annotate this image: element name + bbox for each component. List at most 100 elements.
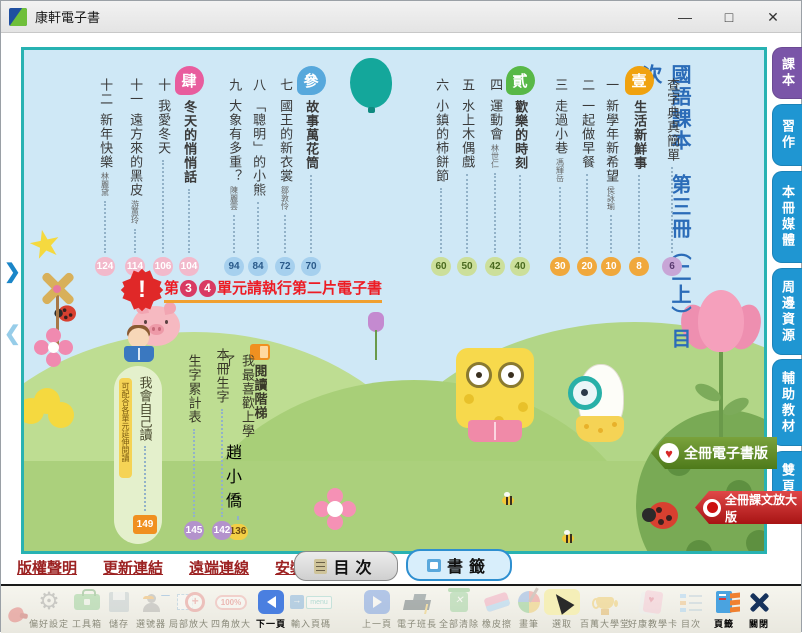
toc-lesson-2[interactable]: 二一起做早餐 20 xyxy=(574,78,600,276)
title-bar: 康軒電子書 — □ ✕ xyxy=(1,1,801,33)
author-name: 林世仁 xyxy=(490,144,501,168)
full-ebook-button[interactable]: ♥ 全冊電子書版 xyxy=(651,437,777,469)
toolbar-eraser[interactable]: 橡皮擦 xyxy=(480,589,514,630)
page-number: 10 xyxy=(601,257,621,276)
tab-bookmark[interactable]: 書籤 xyxy=(406,549,512,581)
trophy-icon xyxy=(596,597,614,609)
unit-title: 冬天的悄悄話 xyxy=(182,100,196,184)
bee-illustration xyxy=(502,496,514,505)
lesson-name: 走過小巷 xyxy=(553,99,568,155)
toc-self-reading[interactable]: 我會自己讀 149 可配合各單元延伸閱讀 xyxy=(114,366,162,544)
toolbar-number-picker[interactable]: 選號器 xyxy=(134,589,168,630)
toc-lesson-3[interactable]: 三走過小巷 馮輝岳 30 xyxy=(547,78,573,276)
page-number: 60 xyxy=(431,257,451,276)
toc-cumulative-chart[interactable]: 生字累計表 145 xyxy=(182,354,206,540)
sidebar-tab-media[interactable]: 本冊媒體 xyxy=(772,171,802,263)
sidebar-tab-resources[interactable]: 周邊資源 xyxy=(772,268,802,355)
toc-unit-1[interactable]: 壹 生活新鮮事 8 xyxy=(626,66,652,276)
person-picker-icon xyxy=(142,592,160,612)
page-forward-chevron[interactable]: ❯ xyxy=(4,259,21,284)
lesson-title: 三走過小巷 xyxy=(553,78,567,155)
self-reading-note: 可配合各單元延伸閱讀 xyxy=(119,378,132,478)
lesson-number: 四 xyxy=(488,78,503,99)
toc-lesson-9[interactable]: 九大象有多重？ 陳麗雲 94 xyxy=(221,78,247,276)
toolbar-close[interactable]: 關閉 xyxy=(742,589,776,630)
toolbar-teaching-cards[interactable]: 好康教學卡 xyxy=(630,589,676,630)
dotted-leader xyxy=(466,174,468,253)
minimize-button[interactable]: — xyxy=(663,3,707,31)
unit-title: 故事萬花筒 xyxy=(304,100,318,170)
page-number: 6 xyxy=(662,257,682,276)
toc-unit-4[interactable]: 肆 冬天的悄悄話 104 xyxy=(176,66,202,276)
toolbar-partial-zoom[interactable]: 局部放大 xyxy=(168,589,210,630)
toolbar-corner-zoom[interactable]: 100%四角放大 xyxy=(210,589,252,630)
sidebar-tab-textbook[interactable]: 課本 xyxy=(772,47,802,99)
eraser-icon xyxy=(483,592,510,613)
close-button[interactable]: ✕ xyxy=(751,3,795,31)
tab-label: 本冊媒體 xyxy=(778,185,797,249)
dotted-leader xyxy=(610,215,612,253)
lesson-title: 一新學年新希望 xyxy=(604,78,618,183)
lesson-number: 三 xyxy=(553,78,568,99)
lesson-number: 七 xyxy=(278,78,293,99)
remote-link[interactable]: 遠端連線 xyxy=(189,557,249,578)
toc-entry-dictionary[interactable]: 查字典真簡單 6 xyxy=(659,78,685,276)
toc-lesson-1[interactable]: 一新學年新希望 侯詠瑜 10 xyxy=(598,78,624,276)
dotted-leader xyxy=(257,202,259,253)
toc-glossary[interactable]: 本冊生字 142 xyxy=(210,348,234,540)
toolbar-laser-pointer[interactable] xyxy=(4,602,28,630)
lesson-number: 五 xyxy=(460,78,475,99)
lesson-title: 八「聰明」的小熊 xyxy=(251,78,265,197)
page-number: 50 xyxy=(457,257,477,276)
toolbar-toc[interactable]: 目次 xyxy=(676,589,706,630)
toc-lesson-11[interactable]: 十一遠方來的黑皮 游蕙玲 114 xyxy=(122,78,148,276)
toc-lesson-5[interactable]: 五水上木偶戲 50 xyxy=(454,78,480,276)
toolbar-next-page[interactable]: 下一頁 xyxy=(252,589,290,630)
copyright-link[interactable]: 版權聲明 xyxy=(17,557,77,578)
toolbar-quiz-hall[interactable]: 百萬大學堂 xyxy=(580,589,630,630)
maximize-button[interactable]: □ xyxy=(707,3,751,31)
toolbar-save[interactable]: 儲存 xyxy=(104,589,134,630)
toc-lesson-12[interactable]: 十二新年快樂 林麗黛 124 xyxy=(92,78,118,276)
floppy-disk-icon xyxy=(109,592,129,612)
toolbar-toolbox[interactable]: 工具箱 xyxy=(70,589,104,630)
toolbar-page-input[interactable]: menu輸入頁碼 xyxy=(290,589,332,630)
section-title: 本冊生字 xyxy=(213,348,232,404)
update-link[interactable]: 更新連結 xyxy=(103,557,163,578)
toc-unit-2[interactable]: 貳 歡樂的時刻 40 xyxy=(507,66,533,276)
page-back-chevron[interactable]: ❮ xyxy=(4,321,21,346)
lesson-title: 五水上木偶戲 xyxy=(460,78,474,169)
sidebar-tab-workbook[interactable]: 習作 xyxy=(772,104,802,166)
toc-lesson-10[interactable]: 十我愛冬天 106 xyxy=(150,78,176,276)
dotted-leader xyxy=(188,189,190,253)
lesson-title: 七國王的新衣裳 xyxy=(278,78,292,183)
toc-lesson-6[interactable]: 六小鎮的柿餅節 60 xyxy=(428,78,454,276)
app-logo-icon xyxy=(9,8,27,26)
dotted-leader xyxy=(193,429,195,517)
star-illustration: ★ xyxy=(24,219,67,270)
toolbar-preferences[interactable]: ⚙偏好設定 xyxy=(28,589,70,630)
lesson-name: 新學年新希望 xyxy=(604,99,619,183)
toc-lesson-7[interactable]: 七國王的新衣裳 鄒敦怜 72 xyxy=(272,78,298,276)
flower-illustration xyxy=(34,328,74,368)
lesson-name: 大象有多重？ xyxy=(227,99,242,183)
toolbar-page-tabs[interactable]: 頁籤 xyxy=(706,589,742,630)
sidebar-tab-aids[interactable]: 輔助教材 xyxy=(772,359,802,446)
tab-label: 書籤 xyxy=(447,553,491,577)
toolbar-prev-page[interactable]: 上一頁 xyxy=(358,589,396,630)
dotted-leader xyxy=(586,174,588,253)
tab-label: 目次 xyxy=(333,554,377,578)
author-name: 林麗黛 xyxy=(100,172,111,196)
lesson-number: 十一 xyxy=(128,78,143,113)
book-page: ★ 國語課本 第三冊（二上）目次 查字典真簡單 6 壹 生活新鮮事 8 一新學年… xyxy=(21,47,767,554)
full-text-zoom-button[interactable]: 全冊課文放大版 xyxy=(695,491,802,524)
toolbar-select[interactable]: 選取 xyxy=(544,589,580,630)
toc-unit-3[interactable]: 參 故事萬花筒 70 xyxy=(298,66,324,276)
toolbar-paintbrush[interactable]: 畫筆 xyxy=(514,589,544,630)
toc-lesson-8[interactable]: 八「聰明」的小熊 84 xyxy=(245,78,271,276)
dotted-leader xyxy=(494,173,496,253)
tab-toc[interactable]: 目次 xyxy=(294,551,398,581)
toc-lesson-4[interactable]: 四運動會 林世仁 42 xyxy=(482,78,508,276)
toolbar-clear-all[interactable]: 全部清除 xyxy=(438,589,480,630)
toolbar-class-leader[interactable]: 電子班長 xyxy=(396,589,438,630)
